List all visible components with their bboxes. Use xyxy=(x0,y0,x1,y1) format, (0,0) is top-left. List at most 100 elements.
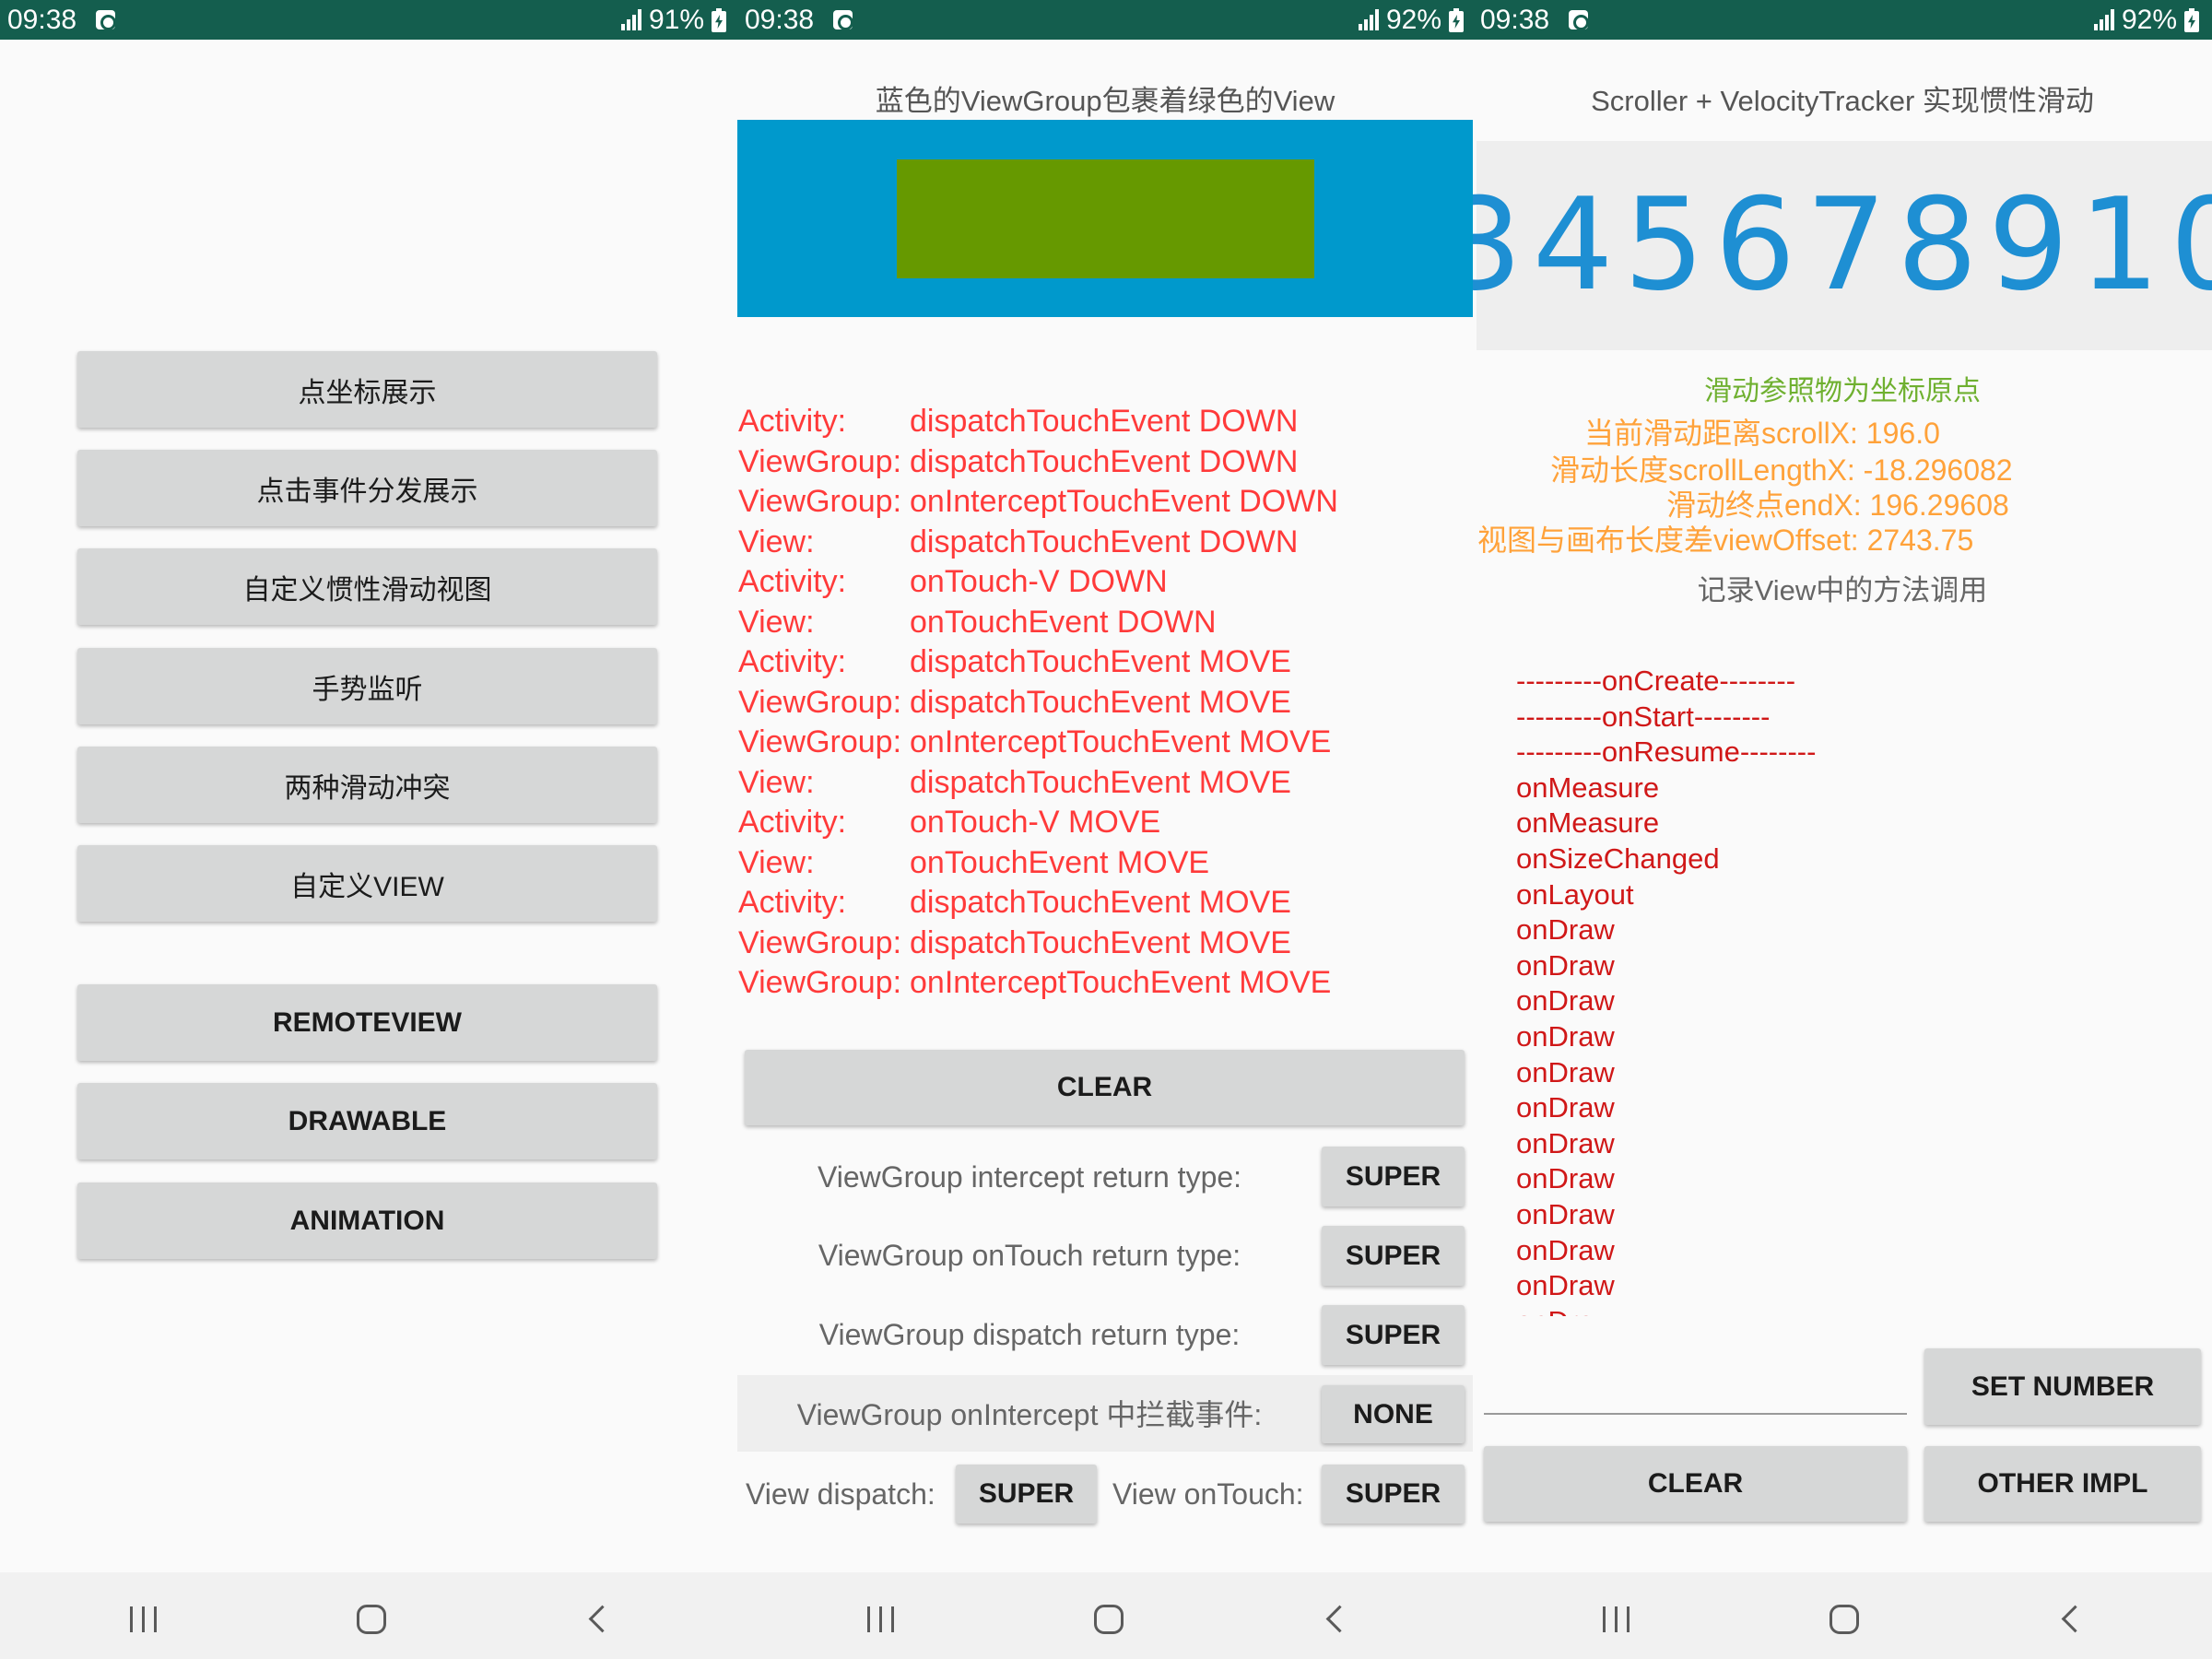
log-message: onTouchEvent MOVE xyxy=(910,844,1210,880)
log-message: dispatchTouchEvent MOVE xyxy=(910,644,1291,679)
status-time: 09:38 xyxy=(7,5,77,35)
lifecycle-log-line: onDraw xyxy=(1516,1162,1615,1195)
scroll-conflict-button[interactable]: 两种滑动冲突 xyxy=(77,747,657,823)
lifecycle-log-line: ---------onResume-------- xyxy=(1516,735,1817,769)
scroll-length-metric: 滑动长度scrollLengthX: -18.296082 xyxy=(1550,453,2013,487)
animation-button[interactable]: ANIMATION xyxy=(77,1182,657,1259)
button-label: 两种滑动冲突 xyxy=(284,772,451,804)
event-log-line: Activity: dispatchTouchEvent MOVE xyxy=(738,883,1338,924)
viewgroup-ontouch-label: ViewGroup onTouch return type: xyxy=(818,1239,1241,1272)
event-log-line: Activity: onTouch-V MOVE xyxy=(738,803,1338,843)
event-log-line: ViewGroup: dispatchTouchEvent MOVE xyxy=(738,683,1338,724)
button-label: SUPER xyxy=(1345,1160,1441,1192)
remoteview-button[interactable]: REMOTEVIEW xyxy=(77,984,657,1061)
lifecycle-log[interactable]: ---------onCreate-------- ---------onSta… xyxy=(1516,664,2161,1316)
screen-inertial-scroll: 09:38 92% Scroller + VelocityTracker 实现惯… xyxy=(1473,0,2212,1659)
view-dispatch-type-button[interactable]: SUPER xyxy=(956,1465,1097,1524)
lifecycle-log-line: onDraw xyxy=(1516,913,1615,947)
button-label: 点坐标展示 xyxy=(298,377,437,408)
signal-icon xyxy=(1359,9,1381,30)
lifecycle-log-line: onDraw xyxy=(1516,1126,1615,1159)
event-log-line: Activity: dispatchTouchEvent DOWN xyxy=(738,402,1338,442)
log-message: onTouch-V DOWN xyxy=(910,564,1168,599)
log-source: View: xyxy=(738,844,815,880)
log-source: View: xyxy=(738,764,815,800)
viewgroup-dispatch-type-button[interactable]: SUPER xyxy=(1322,1305,1465,1365)
event-log-line: Activity: onTouch-V DOWN xyxy=(738,562,1338,603)
number-text: 345678910 xyxy=(1473,171,2212,319)
lifecycle-log-line: onDraw xyxy=(1516,1019,1615,1053)
event-log: Activity: dispatchTouchEvent DOWN ViewGro… xyxy=(738,402,1338,1004)
button-label: ANIMATION xyxy=(289,1205,445,1236)
event-log-line: ViewGroup: onInterceptTouchEvent DOWN xyxy=(738,482,1338,523)
lifecycle-log-line: onMeasure xyxy=(1516,806,1660,840)
lifecycle-log-line: onDraw xyxy=(1516,1055,1615,1088)
viewgroup-ontouch-type-button[interactable]: SUPER xyxy=(1322,1226,1465,1286)
touch-event-dispatch-demo-button[interactable]: 点击事件分发展示 xyxy=(77,450,657,526)
view-ontouch-type-button[interactable]: SUPER xyxy=(1322,1465,1465,1524)
scrollable-number-view[interactable]: 345678910 xyxy=(1473,141,2212,350)
home-icon[interactable] xyxy=(1830,1605,1859,1634)
lifecycle-log-line: onDraw xyxy=(1516,1091,1615,1124)
log-message: dispatchTouchEvent DOWN xyxy=(910,524,1299,559)
log-source: Activity: xyxy=(738,885,847,920)
lifecycle-log-line: onDraw xyxy=(1516,1197,1615,1230)
drawable-button[interactable]: DRAWABLE xyxy=(77,1083,657,1159)
viewgroup-dispatch-label: ViewGroup dispatch return type: xyxy=(818,1318,1241,1351)
point-coordinate-demo-button[interactable]: 点坐标展示 xyxy=(77,351,657,428)
notification-icon xyxy=(96,10,116,30)
view-ontouch-label: View onTouch: xyxy=(1112,1477,1304,1511)
event-log-line: ViewGroup: dispatchTouchEvent MOVE xyxy=(738,924,1338,964)
custom-view-button[interactable]: 自定义VIEW xyxy=(77,845,657,922)
log-message: onTouch-V MOVE xyxy=(910,805,1161,840)
lifecycle-log-line: onDraw xyxy=(1516,948,1615,982)
lifecycle-log-line: onDraw xyxy=(1516,1269,1615,1302)
button-label: OTHER IMPL xyxy=(1977,1468,2148,1499)
event-log-line: View: dispatchTouchEvent DOWN xyxy=(738,523,1338,563)
status-bar: 09:38 92% xyxy=(1473,0,2212,40)
button-label: CLEAR xyxy=(1056,1072,1153,1102)
button-label: 自定义VIEW xyxy=(290,871,444,902)
log-source: Activity: xyxy=(738,564,847,599)
log-message: dispatchTouchEvent DOWN xyxy=(910,443,1299,479)
button-label: SUPER xyxy=(978,1478,1075,1509)
recent-apps-icon[interactable] xyxy=(1603,1606,1630,1632)
set-number-button[interactable]: SET NUMBER xyxy=(1924,1348,2201,1425)
scroll-x-metric: 当前滑动距离scrollX: 196.0 xyxy=(1584,417,1940,450)
log-source: View: xyxy=(738,604,815,640)
number-input[interactable] xyxy=(1484,1364,1907,1415)
home-icon[interactable] xyxy=(1094,1605,1124,1634)
recent-apps-icon[interactable] xyxy=(130,1606,158,1632)
intercept-event-button[interactable]: NONE xyxy=(1322,1385,1465,1443)
log-message: onTouchEvent DOWN xyxy=(910,604,1217,640)
end-x-metric: 滑动终点endX: 196.29608 xyxy=(1666,488,2009,522)
lifecycle-log-line: onDraw xyxy=(1516,1304,2161,1316)
view-green-area[interactable] xyxy=(897,159,1314,278)
log-message: onInterceptTouchEvent MOVE xyxy=(910,965,1332,1000)
lifecycle-log-line: onDraw xyxy=(1516,1233,1615,1266)
gesture-listener-button[interactable]: 手势监听 xyxy=(77,648,657,724)
button-label: SET NUMBER xyxy=(1971,1371,2155,1402)
viewgroup-intercept-type-button[interactable]: SUPER xyxy=(1322,1147,1465,1206)
log-message: onInterceptTouchEvent DOWN xyxy=(910,484,1338,519)
home-icon[interactable] xyxy=(357,1605,386,1634)
log-message: dispatchTouchEvent MOVE xyxy=(910,885,1291,920)
notification-icon xyxy=(833,10,853,30)
recent-apps-icon[interactable] xyxy=(867,1606,895,1632)
back-icon[interactable] xyxy=(2061,1605,2089,1633)
log-source: View: xyxy=(738,524,815,559)
back-icon[interactable] xyxy=(588,1605,617,1633)
inertial-scroll-view-button[interactable]: 自定义惯性滑动视图 xyxy=(77,548,657,625)
battery-icon xyxy=(2184,8,2199,32)
viewgroup-blue-area[interactable] xyxy=(737,120,1473,317)
clear-button[interactable]: CLEAR xyxy=(1484,1446,1907,1522)
log-source: Activity: xyxy=(738,644,847,679)
log-message: dispatchTouchEvent MOVE xyxy=(910,764,1291,800)
button-label: 手势监听 xyxy=(312,674,423,705)
button-label: REMOTEVIEW xyxy=(272,1006,462,1038)
clear-log-button[interactable]: CLEAR xyxy=(745,1050,1465,1125)
other-impl-button[interactable]: OTHER IMPL xyxy=(1924,1446,2201,1522)
back-icon[interactable] xyxy=(1325,1605,1354,1633)
log-source: Activity: xyxy=(738,404,847,439)
event-log-line: ViewGroup: onInterceptTouchEvent MOVE xyxy=(738,963,1338,1004)
